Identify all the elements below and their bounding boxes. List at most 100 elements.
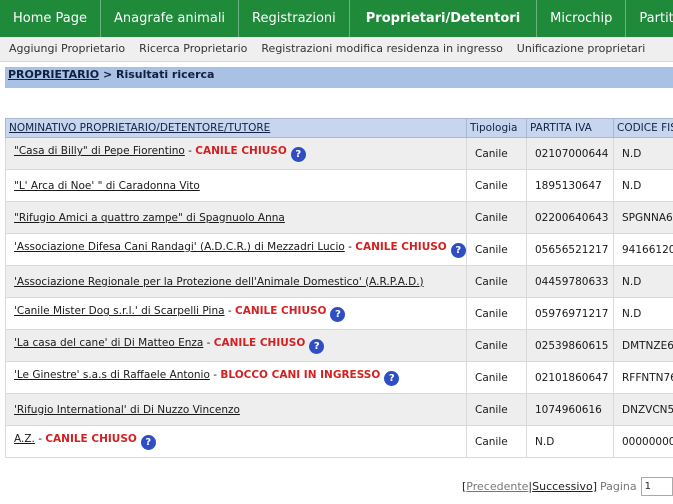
nav-tab-microchip[interactable]: Microchip	[537, 0, 627, 37]
cell-nominativo: "Casa di Billy" di Pepe Fiorentino - CAN…	[5, 137, 467, 170]
pager-prev-link[interactable]: Precedente	[466, 480, 528, 493]
pager-bracket-close: ]	[592, 479, 597, 493]
owner-link[interactable]: "Casa di Billy" di Pepe Fiorentino	[14, 145, 185, 157]
top-navigation: Home Page Anagrafe animali Registrazioni…	[0, 0, 673, 37]
cell-codice-fiscale: N.D	[613, 265, 673, 298]
owner-link[interactable]: A.Z.	[14, 433, 35, 445]
cell-nominativo: 'Rifugio International' di Di Nuzzo Vinc…	[5, 393, 467, 426]
cell-partita-iva: 04459780633	[526, 265, 614, 298]
owner-link[interactable]: 'Le Ginestre' s.a.s di Raffaele Antonio	[14, 369, 210, 381]
cell-codice-fiscale: DMTNZE68	[613, 329, 673, 362]
info-icon[interactable]: ?	[140, 435, 156, 450]
cell-tipologia: Canile	[466, 297, 527, 330]
results-table: NOMINATIVO PROPRIETARIO/DETENTORE/TUTORE…	[5, 118, 673, 458]
owner-link[interactable]: 'Associazione Regionale per la Protezion…	[14, 276, 424, 288]
table-row: 'Rifugio International' di Di Nuzzo Vinc…	[5, 393, 673, 426]
breadcrumb-current: Risultati ricerca	[116, 68, 215, 81]
breadcrumb-link-proprietario[interactable]: PROPRIETARIO	[8, 68, 99, 81]
cell-tipologia: Canile	[466, 233, 527, 266]
status-label: CANILE CHIUSO	[213, 337, 306, 349]
column-header-partita-iva: PARTITA IVA	[526, 118, 614, 138]
cell-codice-fiscale: N.D	[613, 137, 673, 170]
cell-codice-fiscale: DNZVCN55	[613, 393, 673, 426]
cell-partita-iva: 02200640643	[526, 201, 614, 234]
owner-link[interactable]: 'La casa del cane' di Di Matteo Enza	[14, 337, 203, 349]
nav-tab-registrazioni[interactable]: Registrazioni	[239, 0, 350, 37]
owner-link[interactable]: 'Rifugio International' di Di Nuzzo Vinc…	[14, 404, 240, 416]
cell-partita-iva: N.D	[526, 425, 614, 458]
cell-codice-fiscale: N.D	[613, 169, 673, 202]
cell-nominativo: "L' Arca di Noe' " di Caradonna Vito	[5, 169, 467, 202]
table-row: 'Associazione Regionale per la Protezion…	[5, 265, 673, 298]
cell-nominativo: 'Le Ginestre' s.a.s di Raffaele Antonio …	[5, 361, 467, 394]
info-icon[interactable]: ?	[450, 243, 466, 258]
table-row: 'Canile Mister Dog s.r.l.' di Scarpelli …	[5, 297, 673, 330]
nav-tab-anagrafe-animali[interactable]: Anagrafe animali	[101, 0, 240, 37]
status-label: CANILE CHIUSO	[355, 241, 447, 253]
breadcrumb: PROPRIETARIO > Risultati ricerca	[5, 67, 673, 88]
subnav-aggiungi-proprietario[interactable]: Aggiungi Proprietario	[0, 37, 132, 61]
cell-tipologia: Canile	[466, 169, 527, 202]
cell-partita-iva: 02101860647	[526, 361, 614, 394]
info-icon[interactable]: ?	[384, 371, 400, 386]
status-separator: -	[203, 337, 214, 349]
subnav-ricerca-proprietario[interactable]: Ricerca Proprietario	[132, 37, 254, 61]
cell-tipologia: Canile	[466, 425, 527, 458]
status-separator: -	[34, 433, 46, 445]
nav-tab-home[interactable]: Home Page	[0, 0, 101, 37]
cell-nominativo: "Rifugio Amici a quattro zampe" di Spagn…	[5, 201, 467, 234]
cell-partita-iva: 05976971217	[526, 297, 614, 330]
cell-partita-iva: 1895130647	[526, 169, 614, 202]
cell-tipologia: Canile	[466, 329, 527, 362]
table-row: "L' Arca di Noe' " di Caradonna Vito Cani…	[5, 169, 673, 202]
status-separator: -	[209, 369, 221, 381]
owner-link[interactable]: 'Associazione Difesa Cani Randagi' (A.D.…	[14, 241, 345, 253]
cell-codice-fiscale: 000000000	[613, 425, 673, 458]
owner-link[interactable]: "L' Arca di Noe' " di Caradonna Vito	[14, 180, 200, 192]
nav-tab-proprietari-detentori[interactable]: Proprietari/Detentori	[350, 0, 538, 37]
status-separator: -	[224, 305, 236, 317]
sub-navigation: Aggiungi Proprietario Ricerca Proprietar…	[0, 37, 673, 62]
cell-nominativo: 'La casa del cane' di Di Matteo Enza - C…	[5, 329, 467, 362]
cell-codice-fiscale: SPGNNA69I	[613, 201, 673, 234]
table-row: 'La casa del cane' di Di Matteo Enza - C…	[5, 329, 673, 362]
owner-link[interactable]: "Rifugio Amici a quattro zampe" di Spagn…	[14, 212, 285, 224]
column-header-tipologia: Tipologia	[466, 118, 527, 138]
cell-nominativo: 'Canile Mister Dog s.r.l.' di Scarpelli …	[5, 297, 467, 330]
cell-nominativo: A.Z. - CANILE CHIUSO?	[5, 425, 467, 458]
status-label: CANILE CHIUSO	[235, 305, 327, 317]
subnav-unificazione-proprietari[interactable]: Unificazione proprietari	[510, 37, 653, 61]
status-label: CANILE CHIUSO	[45, 433, 137, 445]
nav-tab-partite[interactable]: Partite c	[626, 0, 673, 37]
info-icon[interactable]: ?	[290, 147, 306, 162]
cell-partita-iva: 1074960616	[526, 393, 614, 426]
cell-codice-fiscale: 941661206	[613, 233, 673, 266]
table-row: 'Le Ginestre' s.a.s di Raffaele Antonio …	[5, 361, 673, 394]
owner-link[interactable]: 'Canile Mister Dog s.r.l.' di Scarpelli …	[14, 305, 225, 317]
info-icon[interactable]: ?	[309, 339, 325, 354]
cell-partita-iva: 02539860615	[526, 329, 614, 362]
cell-tipologia: Canile	[466, 393, 527, 426]
table-row: "Casa di Billy" di Pepe Fiorentino - CAN…	[5, 137, 673, 170]
status-label: CANILE CHIUSO	[195, 145, 287, 157]
page-number-input[interactable]: 1	[640, 476, 673, 496]
subnav-registrazioni-modifica-residenza[interactable]: Registrazioni modifica residenza in ingr…	[254, 37, 509, 61]
cell-partita-iva: 05656521217	[526, 233, 614, 266]
info-icon[interactable]: ?	[330, 307, 346, 322]
table-row: "Rifugio Amici a quattro zampe" di Spagn…	[5, 201, 673, 234]
cell-tipologia: Canile	[466, 361, 527, 394]
table-row: 'Associazione Difesa Cani Randagi' (A.D.…	[5, 233, 673, 266]
cell-partita-iva: 02107000644	[526, 137, 614, 170]
pagination: [Precedente|Successivo] Pagina 1 di	[462, 476, 673, 496]
cell-codice-fiscale: RFFNTN76	[613, 361, 673, 394]
cell-nominativo: 'Associazione Regionale per la Protezion…	[5, 265, 467, 298]
status-separator: -	[184, 145, 196, 157]
pager-page-label: Pagina	[600, 479, 637, 493]
status-label: BLOCCO CANI IN INGRESSO	[220, 369, 381, 381]
breadcrumb-separator: >	[99, 68, 116, 81]
cell-tipologia: Canile	[466, 201, 527, 234]
status-separator: -	[344, 241, 356, 253]
column-header-nominativo[interactable]: NOMINATIVO PROPRIETARIO/DETENTORE/TUTORE	[5, 118, 467, 138]
pager-next-link[interactable]: Successivo	[532, 480, 593, 493]
cell-codice-fiscale: N.D	[613, 297, 673, 330]
